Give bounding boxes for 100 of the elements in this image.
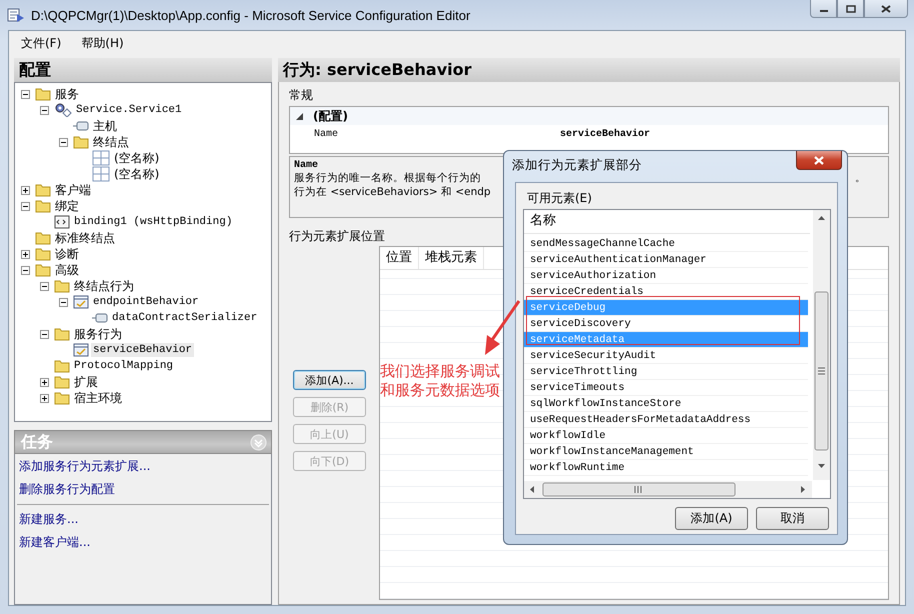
list-item[interactable]: workflowInstanceManagement [524, 444, 808, 460]
dialog-button[interactable]: 添加(A) [675, 507, 748, 530]
expander-button[interactable] [40, 394, 49, 402]
close-button[interactable] [864, 0, 908, 18]
grid-icon [92, 150, 110, 166]
expander-button[interactable] [40, 330, 49, 338]
window-icon [73, 343, 89, 357]
task-link[interactable]: 添加服务行为元素扩展... [19, 458, 150, 474]
list-item[interactable]: serviceAuthorization [524, 268, 808, 284]
expander-button[interactable] [21, 90, 30, 98]
menu-item[interactable]: 帮助(H) [73, 33, 132, 54]
collapse-icon [296, 112, 303, 120]
list-item[interactable]: workflowIdle [524, 428, 808, 444]
tree-item[interactable]: Service.Service1 [74, 103, 184, 117]
tree-item[interactable]: 服务行为 [72, 327, 124, 341]
tree-item[interactable]: binding1 (wsHttpBinding) [72, 215, 234, 229]
tree-item[interactable]: 诊断 [53, 247, 81, 261]
tree-item[interactable]: 绑定 [53, 199, 81, 213]
column-header[interactable]: 堆栈元素 [419, 247, 484, 269]
vertical-scrollbar[interactable] [813, 210, 830, 480]
window-icon [73, 295, 89, 309]
maximize-icon [844, 4, 856, 12]
tree-item[interactable]: 标准终结点 [53, 231, 117, 245]
document-icon [54, 215, 70, 229]
gear-icon [54, 103, 72, 117]
dialog-title: 添加行为元素扩展部分 [512, 156, 642, 174]
column-header[interactable]: 位置 [380, 247, 419, 269]
menu-item[interactable]: 文件(F) [13, 33, 70, 54]
expander-button[interactable] [40, 106, 49, 114]
list-label: 可用元素(E) [526, 190, 593, 207]
description-text: 。 [855, 171, 866, 185]
expander-button[interactable] [40, 378, 49, 386]
close-button[interactable] [796, 151, 842, 170]
tree-item[interactable]: 主机 [91, 119, 119, 133]
expander-button[interactable] [59, 138, 68, 146]
property-value: serviceBehavior [560, 128, 650, 140]
description-text: 行为在 <serviceBehaviors> 和 <endp [294, 185, 491, 199]
task-link[interactable]: 新建客户端... [19, 534, 90, 550]
folder-icon [54, 391, 70, 405]
tree-item[interactable]: 高级 [53, 263, 81, 277]
maximize-button[interactable] [837, 0, 864, 18]
tree-item[interactable]: ProtocolMapping [72, 359, 176, 373]
tree-item[interactable]: dataContractSerializer [110, 311, 260, 325]
tree-item[interactable]: 服务 [53, 87, 81, 101]
app-icon [7, 7, 25, 23]
expander-button[interactable] [21, 202, 30, 210]
description-text: 服务行为的唯一名称。根据每个行为的 [294, 171, 481, 185]
close-icon [880, 4, 892, 12]
folder-icon [73, 135, 89, 149]
window-title: D:\QQPCMgr(1)\Desktop\App.config - Microsoft Service Configuration Editor [31, 8, 470, 22]
expander-button[interactable] [21, 250, 30, 258]
tree-item[interactable]: 扩展 [72, 375, 100, 389]
task-link[interactable]: 新建服务... [19, 511, 78, 527]
folder-icon [35, 231, 51, 245]
device-icon [92, 312, 108, 324]
panel-header: 配置 [14, 58, 272, 82]
panel-header: 行为: serviceBehavior [278, 58, 900, 82]
tree-item[interactable]: endpointBehavior [91, 295, 201, 309]
list-item[interactable]: serviceTimeouts [524, 380, 808, 396]
list-item[interactable]: workflowRuntime [524, 460, 808, 476]
tree-item[interactable]: 终结点行为 [72, 279, 136, 293]
property-name: Name [313, 128, 340, 140]
dialog-button[interactable]: 取消 [756, 507, 829, 530]
list-item[interactable]: serviceAuthenticationManager [524, 252, 808, 268]
action-button[interactable]: 添加(A)... [293, 370, 366, 390]
column-header[interactable]: 名称 [524, 210, 810, 234]
expander-button[interactable] [21, 266, 30, 274]
horizontal-scrollbar[interactable] [524, 481, 812, 498]
list-item[interactable]: serviceSecurityAudit [524, 348, 808, 364]
list-item[interactable]: serviceThrottling [524, 364, 808, 380]
list-item[interactable]: sendMessageChannelCache [524, 236, 808, 252]
description-title: Name [294, 160, 318, 171]
task-link[interactable]: 删除服务行为配置 [19, 481, 115, 497]
tree-item[interactable]: serviceBehavior [91, 343, 194, 357]
folder-icon [54, 279, 70, 293]
folder-icon [54, 359, 70, 373]
folder-icon [35, 199, 51, 213]
panel-title: 任务 [21, 432, 53, 452]
annotation-arrow [482, 298, 522, 358]
expander-button[interactable] [40, 282, 49, 290]
device-icon [73, 120, 89, 132]
annotation-text: 我们选择服务调试和服务元数据选项 [380, 362, 501, 400]
minimize-button[interactable] [810, 0, 837, 18]
chevron-icon [250, 434, 267, 450]
tree-item[interactable]: 宿主环境 [72, 391, 124, 405]
tree-item[interactable]: 客户端 [53, 183, 93, 197]
grid-icon [92, 166, 110, 182]
tree-item[interactable]: (空名称) [112, 151, 162, 165]
list-item[interactable]: sqlWorkflowInstanceStore [524, 396, 808, 412]
folder-icon [35, 263, 51, 277]
folder-icon [54, 327, 70, 341]
expander-button[interactable] [21, 186, 30, 194]
category-label: (配置) [313, 108, 348, 124]
expander-button[interactable] [59, 298, 68, 306]
list-item[interactable]: useRequestHeadersForMetadataAddress [524, 412, 808, 428]
tree-item[interactable]: (空名称) [112, 167, 162, 181]
tree-item[interactable]: 终结点 [91, 135, 131, 149]
section-label: 行为元素扩展位置 [289, 228, 385, 245]
group-label: 常规 [289, 87, 314, 104]
folder-icon [35, 183, 51, 197]
